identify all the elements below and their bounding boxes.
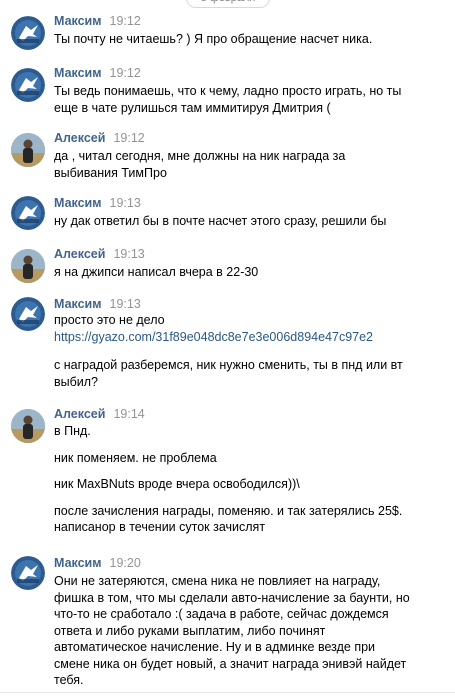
message-time[interactable]: 19:13 [110,196,141,210]
message-time[interactable]: 19:20 [110,556,141,570]
author-name[interactable]: Максим [54,14,102,28]
author-name[interactable]: Алексей [54,407,105,421]
avatar[interactable] [11,556,45,590]
avatar[interactable] [11,297,45,331]
avatar[interactable] [11,16,45,50]
avatar[interactable] [11,409,45,443]
avatar[interactable] [11,68,45,102]
author-name[interactable]: Алексей [54,131,105,145]
message-time[interactable]: 19:12 [113,131,144,145]
avatar[interactable] [11,249,45,283]
divider [0,692,455,693]
author-name[interactable]: Максим [54,297,102,311]
author-name[interactable]: Максим [54,556,102,570]
message-time[interactable]: 19:12 [110,14,141,28]
message-text: Ты ведь понимаешь, что к чему, ладно про… [54,84,402,115]
message-text: я на джипси написал вчера в 22-30 [54,265,259,279]
message-text: Ты почту не читаешь? ) Я про обращение н… [54,32,373,46]
date-separator: 8 февраля [186,0,270,8]
message-link[interactable]: https://gyazo.com/31f89e048dc8e7e3e006d8… [54,329,449,346]
author-name[interactable]: Максим [54,196,102,210]
author-name[interactable]: Максим [54,66,102,80]
message-time[interactable]: 19:12 [110,66,141,80]
message-time[interactable]: 19:13 [113,247,144,261]
message-text: да , читал сегодня, мне должны на ник на… [54,149,346,180]
message-time[interactable]: 19:13 [110,297,141,311]
author-name[interactable]: Алексей [54,247,105,261]
message-text: Они не затеряются, смена ника не повлияе… [54,574,410,687]
message-time[interactable]: 19:14 [113,407,144,421]
message-text: ну дак ответил бы в почте насчет этого с… [54,214,387,228]
avatar[interactable] [11,196,45,230]
message-text: в Пнд. ник поменяем. не проблема ник Max… [54,424,403,534]
message-text: просто это не дело https://gyazo.com/31f… [54,312,449,390]
avatar[interactable] [11,133,45,167]
